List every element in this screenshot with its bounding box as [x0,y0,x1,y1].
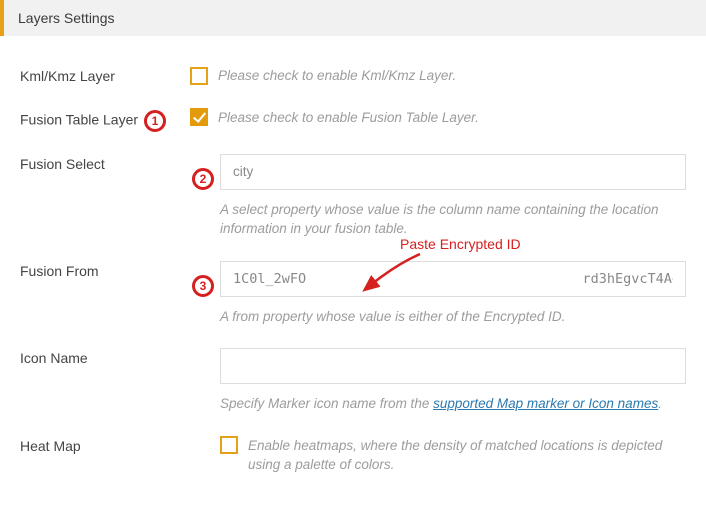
row-fusion-layer: Fusion Table Layer 1 Please check to ena… [20,108,686,132]
label-fusion-layer: Fusion Table Layer 1 [20,108,190,132]
helper-fusion-from: A from property whose value is either of… [220,307,686,327]
row-kml-layer: Kml/Kmz Layer Please check to enable Kml… [20,66,686,86]
row-fusion-from: Fusion From 3 A from property whose valu… [20,261,686,327]
annotation-badge-3: 3 [192,275,214,297]
label-fusion-layer-text: Fusion Table Layer [20,111,138,127]
label-fusion-select: Fusion Select 2 [20,154,190,172]
label-heat-map: Heat Map [20,436,190,454]
helper-heat-map: Enable heatmaps, where the density of ma… [248,436,686,475]
label-kml-layer: Kml/Kmz Layer [20,66,190,84]
annotation-badge-2: 2 [192,168,214,190]
helper-fusion-select: A select property whose value is the col… [220,200,686,239]
input-fusion-select[interactable] [220,154,686,190]
layers-settings-panel: Layers Settings Kml/Kmz Layer Please che… [0,0,706,479]
checkbox-heat-map[interactable] [220,436,238,454]
link-supported-icons[interactable]: supported Map marker or Icon names [433,396,658,411]
checkbox-kml-layer[interactable] [190,67,208,85]
helper-fusion-layer: Please check to enable Fusion Table Laye… [218,108,479,128]
helper-kml-layer: Please check to enable Kml/Kmz Layer. [218,66,456,86]
helper-icon-name-post: . [658,396,662,411]
label-fusion-from: Fusion From 3 [20,261,190,279]
row-icon-name: Icon Name Specify Marker icon name from … [20,348,686,414]
panel-title: Layers Settings [0,0,706,36]
annotation-badge-1: 1 [144,110,166,132]
annotation-paste-encrypted-id: Paste Encrypted ID [400,236,521,252]
helper-icon-name: Specify Marker icon name from the suppor… [220,394,686,414]
row-fusion-select: Fusion Select 2 A select property whose … [20,154,686,239]
label-fusion-select-text: Fusion Select [20,156,105,172]
helper-icon-name-pre: Specify Marker icon name from the [220,396,433,411]
input-icon-name[interactable] [220,348,686,384]
row-heat-map: Heat Map Enable heatmaps, where the dens… [20,436,686,475]
label-icon-name: Icon Name [20,348,190,366]
label-fusion-from-text: Fusion From [20,263,99,279]
input-fusion-from[interactable] [220,261,686,297]
checkbox-fusion-layer[interactable] [190,108,208,126]
